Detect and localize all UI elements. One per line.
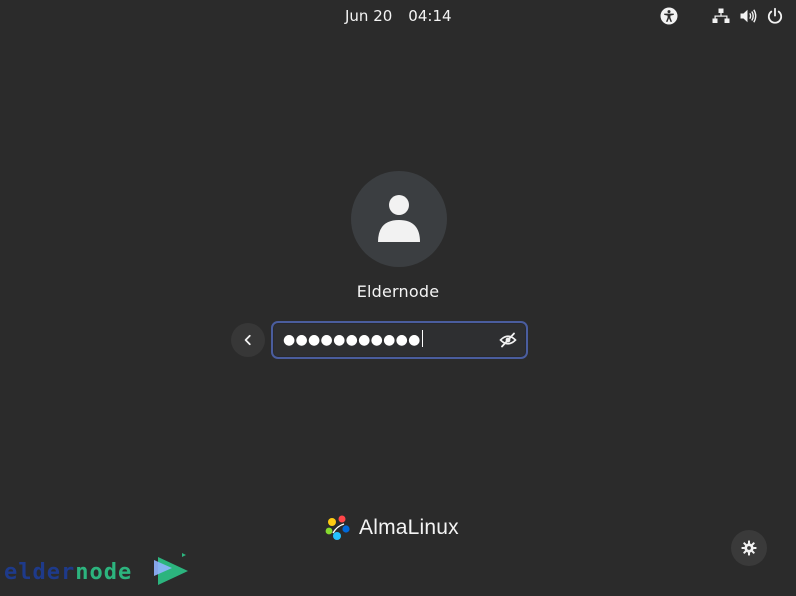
distro-name: AlmaLinux [359, 516, 459, 539]
password-field[interactable]: ●●●●●●●●●●● [271, 321, 528, 359]
watermark-play-icon [154, 553, 188, 585]
gear-icon [741, 540, 757, 556]
watermark-part-1: elder [4, 560, 76, 585]
session-settings-button[interactable] [731, 530, 767, 566]
watermark-part-2: node [75, 560, 133, 585]
login-screen: Jun 20 04:14 Eldernode ●●●●●●●●●●● AlmaL… [0, 0, 796, 596]
date-label: Jun 20 [345, 7, 393, 25]
accessibility-icon[interactable] [660, 7, 678, 25]
chevron-left-icon [244, 334, 251, 346]
almalinux-logo-icon [325, 515, 350, 540]
system-tray[interactable] [660, 6, 784, 26]
clock[interactable]: Jun 20 04:14 [345, 6, 452, 26]
distro-branding: AlmaLinux [323, 512, 459, 544]
top-bar: Jun 20 04:14 [0, 0, 796, 30]
eye-slash-icon[interactable] [499, 331, 517, 349]
volume-icon[interactable] [739, 7, 757, 25]
network-icon[interactable] [712, 7, 730, 25]
back-button[interactable] [231, 323, 265, 357]
eldernode-watermark: eldernode [4, 548, 204, 594]
time-label: 04:14 [408, 7, 452, 25]
user-avatar-icon [378, 195, 420, 242]
password-input[interactable]: ●●●●●●●●●●● [283, 330, 423, 348]
watermark-text: eldernode [4, 560, 132, 585]
password-mask: ●●●●●●●●●●● [283, 332, 421, 348]
text-caret [421, 330, 423, 347]
user-avatar [351, 171, 447, 267]
power-icon[interactable] [766, 7, 784, 25]
username-label: Eldernode [356, 282, 440, 301]
